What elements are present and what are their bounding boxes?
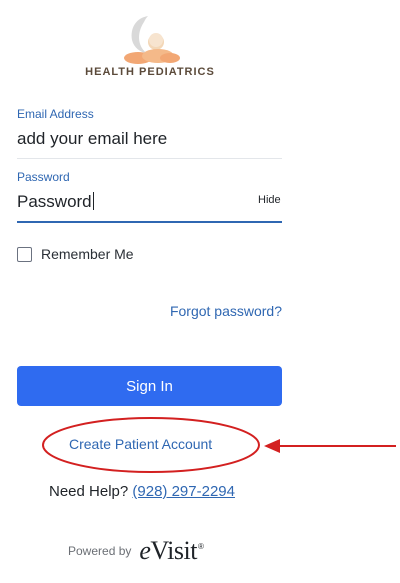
highlight-ellipse: [42, 417, 260, 473]
help-prefix: Need Help?: [49, 483, 129, 500]
evisit-e-mark: e: [139, 536, 151, 565]
powered-by-label: Powered by: [68, 544, 132, 558]
powered-by: Powered by eVisit®: [68, 536, 204, 566]
annotation-arrowhead: [264, 439, 280, 453]
evisit-logo: eVisit®: [139, 536, 204, 566]
help-phone-link[interactable]: (928) 297-2294: [132, 483, 235, 500]
trademark-symbol: ®: [197, 542, 204, 552]
evisit-logo-word: Visit: [150, 536, 197, 565]
help-line: Need Help? (928) 297-2294: [49, 483, 235, 500]
